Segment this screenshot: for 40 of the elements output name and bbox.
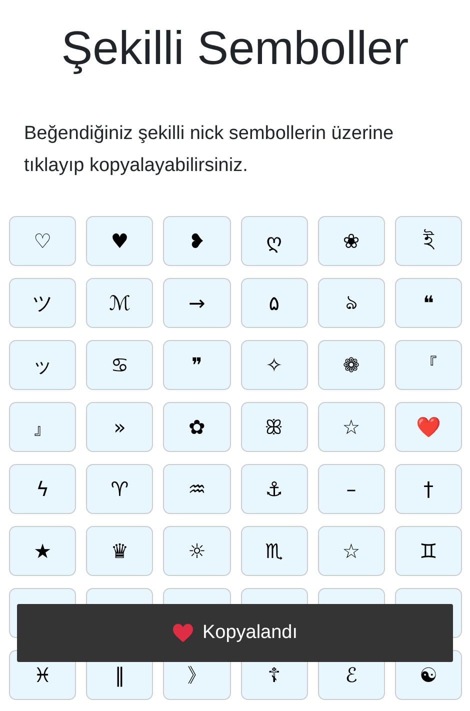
symbol-button[interactable]: ♊ [394, 526, 462, 576]
symbol-button[interactable]: ♒ [163, 464, 231, 514]
symbol-button[interactable]: ♋ [86, 340, 154, 390]
symbol-button[interactable]: – [318, 464, 385, 514]
symbol-button[interactable]: † [394, 464, 462, 514]
symbol-button[interactable]: → [163, 278, 231, 328]
symbol-button[interactable]: ♈ [86, 464, 154, 514]
symbol-button[interactable]: ☆ [318, 526, 385, 576]
symbol-button[interactable]: ⚓ [240, 464, 308, 514]
symbol-button[interactable]: ❀ [318, 216, 385, 266]
symbol-button[interactable]: ℳ [86, 278, 154, 328]
symbol-button[interactable]: ❞ [163, 340, 231, 390]
symbol-button[interactable]: 『 [394, 340, 462, 390]
toast-message: Kopyalandı [202, 622, 298, 644]
symbol-button[interactable]: ঌ [318, 278, 385, 328]
symbol-button[interactable]: ☆ [318, 402, 385, 452]
symbol-button[interactable]: ۵ [240, 278, 308, 328]
symbol-button[interactable]: ♥ [86, 216, 154, 266]
symbol-button[interactable]: ❥ [163, 216, 231, 266]
page-title: Şekilli Semboller [60, 20, 410, 76]
symbol-button[interactable]: ★ [9, 526, 76, 576]
symbol-button[interactable]: ❁ [318, 340, 385, 390]
intro-text: Beğendiğiniz şekilli nick sembollerin üzerine tıklayıp kopyalayabilirsiniz. [24, 122, 395, 178]
symbol-button[interactable]: ☼ [163, 526, 231, 576]
heart-icon [172, 623, 194, 643]
symbol-button[interactable]: ❝ [394, 278, 462, 328]
symbol-button[interactable]: ꕥ [240, 402, 308, 452]
symbol-button[interactable]: ❤ [394, 402, 462, 452]
symbol-button[interactable]: ツ [9, 278, 76, 328]
symbol-button[interactable]: ♡ [9, 216, 76, 266]
symbol-button[interactable]: 』 [9, 402, 76, 452]
symbol-button[interactable]: ✿ [163, 402, 231, 452]
symbol-button[interactable]: » [86, 402, 154, 452]
symbol-button[interactable]: ♏ [240, 526, 308, 576]
symbol-button[interactable]: ই [394, 216, 462, 266]
symbol-button[interactable]: ღ [240, 216, 308, 266]
symbol-button[interactable]: ♛ [86, 526, 154, 576]
symbol-button[interactable]: ϟ [9, 464, 76, 514]
symbol-button[interactable]: ✧ [240, 340, 308, 390]
symbol-button[interactable]: ッ [9, 340, 76, 390]
